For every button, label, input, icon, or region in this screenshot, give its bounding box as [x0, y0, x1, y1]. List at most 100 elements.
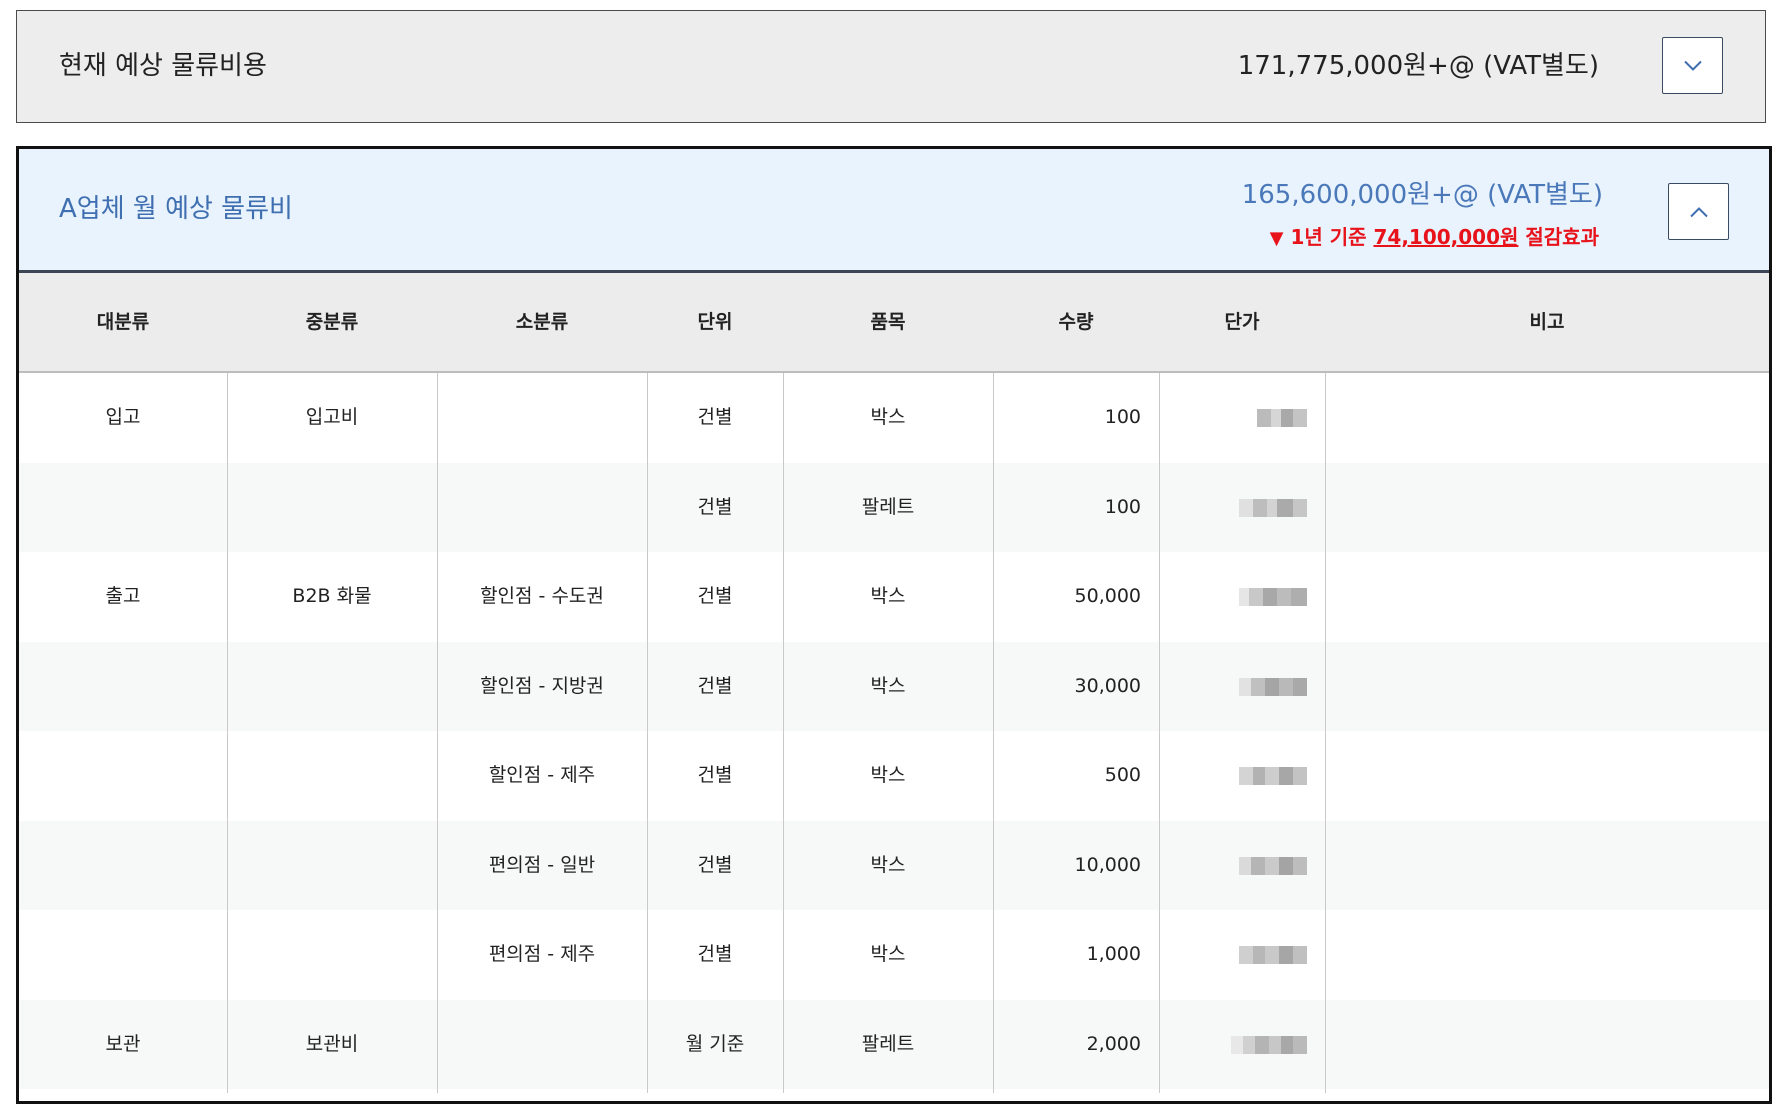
- cell-unit: 건별: [697, 406, 733, 428]
- cell-unit: 건별: [697, 585, 733, 607]
- table-row: 할인점 - 지방권 건별 박스 30,000: [19, 641, 1769, 732]
- cell-note: [1325, 731, 1769, 821]
- table-row: 할인점 - 제주 건별 박스 500: [19, 731, 1769, 821]
- expand-current-button[interactable]: [1662, 37, 1723, 94]
- table-row: 입고 입고비 건별 박스 100: [19, 373, 1769, 463]
- cell-unit: 건별: [697, 764, 733, 786]
- cell-qty: 50,000: [1074, 585, 1141, 607]
- cell-note: [1325, 373, 1769, 463]
- cell-note: [1325, 642, 1769, 732]
- cell-item: 박스: [870, 943, 906, 965]
- price-redacted: [1239, 677, 1307, 696]
- cell-item: 박스: [870, 674, 906, 697]
- cost-table: 대분류 중분류 소분류 단위 품목 수량 단가 비고 입고 입고비 건별 박스 …: [19, 273, 1769, 1093]
- cell-middle: 입고비: [305, 406, 359, 428]
- saving-suffix: 절감효과: [1518, 225, 1599, 249]
- cell-note: [1325, 821, 1769, 911]
- cell-minor: [437, 373, 647, 463]
- column-divider: [1159, 373, 1160, 1093]
- table-header: 대분류 중분류 소분류 단위 품목 수량 단가 비고: [19, 273, 1769, 373]
- chevron-down-icon: [1683, 60, 1702, 71]
- col-header-qty: 수량: [1058, 311, 1094, 333]
- price-redacted: [1231, 1035, 1307, 1054]
- cell-qty: 100: [1104, 406, 1141, 428]
- saving-note: ▼ 1년 기준 74,100,000원 절감효과: [1270, 221, 1599, 250]
- cell-minor: 할인점 - 지방권: [480, 674, 604, 697]
- col-header-item: 품목: [870, 311, 906, 333]
- company-a-amount: 165,600,000원+@ (VAT별도): [1241, 180, 1603, 210]
- cell-item: 팔레트: [861, 495, 915, 518]
- company-a-title: A업체 월 예상 물류비: [59, 194, 293, 224]
- price-redacted: [1257, 409, 1307, 427]
- cell-minor: 할인점 - 수도권: [480, 585, 604, 607]
- price-redacted: [1239, 767, 1307, 785]
- cell-minor: 편의점 - 일반: [488, 853, 596, 876]
- cell-note: [1325, 552, 1769, 642]
- saving-prefix: 1년 기준: [1290, 225, 1374, 249]
- current-cost-amount: 171,775,000원+@ (VAT별도): [1237, 51, 1599, 81]
- cell-minor: [437, 1000, 647, 1090]
- cell-major: 출고: [105, 585, 141, 607]
- cell-major: 보관: [105, 1032, 141, 1055]
- cell-middle: B2B 화물: [292, 585, 372, 607]
- col-header-minor: 소분류: [515, 311, 569, 333]
- current-cost-panel: 현재 예상 물류비용 171,775,000원+@ (VAT별도): [16, 10, 1766, 123]
- company-a-header: A업체 월 예상 물류비 165,600,000원+@ (VAT별도) ▼ 1년…: [19, 149, 1769, 273]
- cell-minor: 할인점 - 제주: [488, 764, 596, 786]
- cell-qty: 100: [1104, 495, 1141, 518]
- cell-major: [19, 731, 227, 821]
- cell-item: 박스: [870, 585, 906, 607]
- table-body: 입고 입고비 건별 박스 100 건별 팔레트 100 출고 B2B 화물 할인…: [19, 373, 1769, 1089]
- cell-minor: 편의점 - 제주: [488, 943, 596, 965]
- column-divider: [1325, 373, 1326, 1093]
- column-divider: [647, 373, 648, 1093]
- cell-major: 입고: [105, 406, 141, 428]
- cell-major: [19, 910, 227, 1000]
- column-divider: [227, 373, 228, 1093]
- cell-item: 박스: [870, 764, 906, 786]
- cell-qty: 1,000: [1086, 943, 1141, 965]
- collapse-company-a-button[interactable]: [1668, 183, 1729, 240]
- current-cost-title: 현재 예상 물류비용: [59, 51, 267, 81]
- cell-unit: 건별: [697, 943, 733, 965]
- cell-major: [19, 463, 227, 553]
- column-divider: [783, 373, 784, 1093]
- company-a-panel: A업체 월 예상 물류비 165,600,000원+@ (VAT별도) ▼ 1년…: [16, 146, 1772, 1104]
- cell-unit: 월 기준: [685, 1032, 745, 1055]
- table-row: 출고 B2B 화물 할인점 - 수도권 건별 박스 50,000: [19, 552, 1769, 642]
- col-header-unit: 단위: [697, 311, 733, 333]
- cell-unit: 건별: [697, 674, 733, 697]
- cell-item: 박스: [870, 406, 906, 428]
- cell-major: [19, 642, 227, 732]
- table-row: 건별 팔레트 100: [19, 462, 1769, 553]
- price-redacted: [1239, 856, 1307, 875]
- cell-qty: 2,000: [1086, 1032, 1141, 1055]
- cell-note: [1325, 910, 1769, 1000]
- cell-middle: [227, 731, 437, 821]
- saving-amount: 74,100,000원: [1373, 225, 1519, 249]
- column-divider: [993, 373, 994, 1093]
- chevron-up-icon: [1689, 206, 1708, 217]
- cell-qty: 10,000: [1074, 853, 1141, 876]
- cell-item: 박스: [870, 853, 906, 876]
- cell-qty: 500: [1104, 764, 1141, 786]
- down-triangle-icon: ▼: [1269, 228, 1284, 249]
- cell-unit: 건별: [697, 495, 733, 518]
- cell-major: [19, 821, 227, 911]
- cell-middle: [227, 910, 437, 1000]
- col-header-major: 대분류: [96, 311, 150, 333]
- cell-note: [1325, 463, 1769, 553]
- cell-item: 팔레트: [861, 1032, 915, 1055]
- cell-middle: [227, 821, 437, 911]
- cell-middle: [227, 642, 437, 732]
- column-divider: [437, 373, 438, 1093]
- table-row: 편의점 - 일반 건별 박스 10,000: [19, 820, 1769, 911]
- col-header-note: 비고: [1529, 311, 1565, 333]
- cell-middle: 보관비: [305, 1032, 359, 1055]
- col-header-middle: 중분류: [305, 311, 359, 333]
- cell-qty: 30,000: [1074, 674, 1141, 697]
- table-row: 편의점 - 제주 건별 박스 1,000: [19, 910, 1769, 1000]
- price-redacted: [1239, 588, 1307, 606]
- cell-middle: [227, 463, 437, 553]
- table-row: 보관 보관비 월 기준 팔레트 2,000: [19, 999, 1769, 1090]
